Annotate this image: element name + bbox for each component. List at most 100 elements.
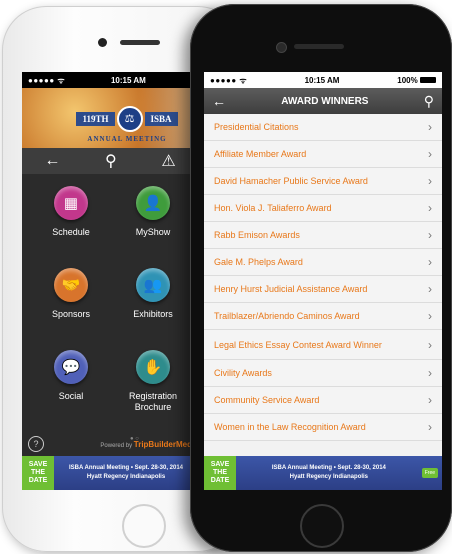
home-button[interactable] — [300, 504, 344, 548]
list-item[interactable]: Gale M. Phelps Award › — [204, 249, 442, 276]
powered-by-prefix: Powered by — [100, 442, 134, 449]
list-item[interactable]: David Hamacher Public Service Award › — [204, 168, 442, 195]
handshake-icon: 🤝 — [54, 268, 88, 302]
ad-banner[interactable]: SAVE THE DATE ISBA Annual Meeting • Sept… — [204, 456, 442, 490]
chevron-right-icon: › — [428, 255, 432, 269]
earpiece-speaker — [120, 40, 160, 45]
award-label: Women in the Law Recognition Award — [214, 422, 366, 432]
hand-pointer-icon: ✋ — [136, 350, 170, 384]
tile-label: Social — [58, 391, 84, 401]
list-item[interactable]: Trailblazer/Abriendo Caminos Award › — [204, 303, 442, 330]
back-phone-screen: ●●●●● ᯤ 10:15 AM 119TH ⚖ ISBA ANNUAL MEE… — [22, 72, 198, 490]
front-phone-screen: ●●●●● ᯤ 10:15 AM 100% ← AWARD WINNERS ⚲ … — [204, 72, 442, 490]
menu-grid: ▦ Schedule 👤 MyShow 🤝 Sponsors 👥 Exhibit… — [22, 174, 198, 422]
alert-icon[interactable]: ⚠ — [161, 151, 175, 171]
list-item[interactable]: Women in the Law Recognition Award › — [204, 414, 442, 441]
chevron-right-icon: › — [428, 120, 432, 134]
chevron-right-icon: › — [428, 420, 432, 434]
front-camera — [98, 38, 107, 47]
list-item[interactable]: Presidential Citations › — [204, 114, 442, 141]
save-the-date-badge: SAVE THE DATE — [204, 456, 236, 490]
tile-social[interactable]: 💬 Social — [30, 350, 112, 422]
award-label: Trailblazer/Abriendo Caminos Award — [214, 311, 360, 321]
signal-indicator: ●●●●● — [28, 75, 58, 85]
save-line-1: SAVE — [28, 461, 48, 468]
save-the-date-badge: SAVE THE DATE — [22, 456, 54, 490]
calendar-icon: ▦ — [54, 186, 88, 220]
chevron-right-icon: › — [428, 366, 432, 380]
logo-caption: ANNUAL MEETING — [87, 135, 167, 143]
help-icon[interactable]: ? — [28, 436, 44, 452]
tile-sponsors[interactable]: 🤝 Sponsors — [30, 268, 112, 340]
chevron-right-icon: › — [428, 337, 432, 352]
chat-bubble-icon: 💬 — [54, 350, 88, 384]
award-label: Affiliate Member Award — [214, 149, 307, 159]
list-item[interactable]: Affiliate Member Award › — [204, 141, 442, 168]
search-icon[interactable]: ⚲ — [424, 93, 434, 110]
home-button[interactable] — [122, 504, 166, 548]
chevron-right-icon: › — [428, 309, 432, 323]
save-line-1: SAVE — [210, 461, 230, 468]
front-camera — [276, 42, 287, 53]
award-label: Henry Hurst Judicial Assistance Award — [214, 284, 368, 294]
logo-ribbon-right: ISBA — [144, 112, 178, 126]
chevron-right-icon: › — [428, 282, 432, 296]
chevron-right-icon: › — [428, 393, 432, 407]
list-item[interactable]: Rabb Emison Awards › — [204, 222, 442, 249]
ad-text: ISBA Annual Meeting • Sept. 28-30, 2014 … — [236, 464, 422, 482]
battery-percent: 100% — [397, 75, 418, 85]
status-time: 10:15 AM — [304, 75, 340, 85]
signal-indicator: ●●●●● — [210, 75, 240, 85]
wifi-icon: ᯤ — [239, 75, 247, 85]
list-item[interactable]: Henry Hurst Judicial Assistance Award › — [204, 276, 442, 303]
tile-schedule[interactable]: ▦ Schedule — [30, 186, 112, 258]
back-arrow-icon[interactable]: ← — [212, 93, 226, 109]
tile-registration-brochure[interactable]: ✋ Registration Brochure — [112, 350, 194, 422]
ad-line-1: ISBA Annual Meeting • Sept. 28-30, 2014 — [68, 465, 184, 471]
status-time: 10:15 AM — [110, 75, 146, 85]
tile-myshow[interactable]: 👤 MyShow — [112, 186, 194, 258]
tile-label: Schedule — [52, 227, 90, 237]
search-icon[interactable]: ⚲ — [105, 151, 117, 171]
chevron-right-icon: › — [428, 147, 432, 161]
wifi-icon: ᯤ — [57, 75, 65, 85]
tile-exhibitors[interactable]: 👥 Exhibitors — [112, 268, 194, 340]
tile-label: Exhibitors — [133, 309, 173, 319]
tile-label: Sponsors — [51, 309, 91, 319]
save-line-3: DATE — [28, 477, 48, 484]
powered-by: Powered by TripBuilderMed — [100, 440, 192, 449]
award-label: Presidential Citations — [214, 122, 299, 132]
award-label: Gale M. Phelps Award — [214, 257, 303, 267]
chevron-right-icon: › — [428, 174, 432, 188]
status-bar: ●●●●● ᯤ 10:15 AM — [22, 72, 198, 88]
page-title: AWARD WINNERS — [281, 95, 369, 107]
award-label: Rabb Emison Awards — [214, 230, 300, 240]
chevron-right-icon: › — [428, 228, 432, 242]
event-logo: 119TH ⚖ ISBA ANNUAL MEETING — [72, 94, 182, 143]
chevron-right-icon: › — [428, 201, 432, 215]
save-line-3: DATE — [210, 477, 230, 484]
back-arrow-icon[interactable]: ← — [44, 152, 60, 170]
award-label: Civility Awards — [214, 368, 272, 378]
ad-text: ISBA Annual Meeting • Sept. 28-30, 2014 … — [54, 464, 198, 482]
user-star-icon: 👤 — [136, 186, 170, 220]
list-item[interactable]: Hon. Viola J. Taliaferro Award › — [204, 195, 442, 222]
app-toolbar: ← ⚲ ⚠ — [22, 148, 198, 174]
ad-free-button[interactable]: Free — [421, 468, 438, 478]
award-label: Legal Ethics Essay Contest Award Winner — [214, 339, 382, 350]
status-bar: ●●●●● ᯤ 10:15 AM 100% — [204, 72, 442, 88]
list-item[interactable]: Legal Ethics Essay Contest Award Winner › — [204, 330, 442, 360]
award-list: Presidential Citations › Affiliate Member… — [204, 114, 442, 441]
ad-line-1: ISBA Annual Meeting • Sept. 28-30, 2014 — [271, 465, 386, 471]
tile-label: Registration Brochure — [128, 391, 178, 412]
ad-banner[interactable]: SAVE THE DATE ISBA Annual Meeting • Sept… — [22, 456, 198, 490]
logo-ribbon-left: 119TH — [76, 112, 115, 126]
people-icon: 👥 — [136, 268, 170, 302]
scales-seal-icon: ⚖ — [116, 106, 143, 132]
tile-label: MyShow — [135, 227, 171, 237]
award-label: Hon. Viola J. Taliaferro Award — [214, 203, 332, 213]
back-footer: ? ● ○ Powered by TripBuilderMed — [22, 432, 198, 456]
list-item[interactable]: Civility Awards › — [204, 360, 442, 387]
nav-bar: ← AWARD WINNERS ⚲ — [204, 88, 442, 114]
list-item[interactable]: Community Service Award › — [204, 387, 442, 414]
